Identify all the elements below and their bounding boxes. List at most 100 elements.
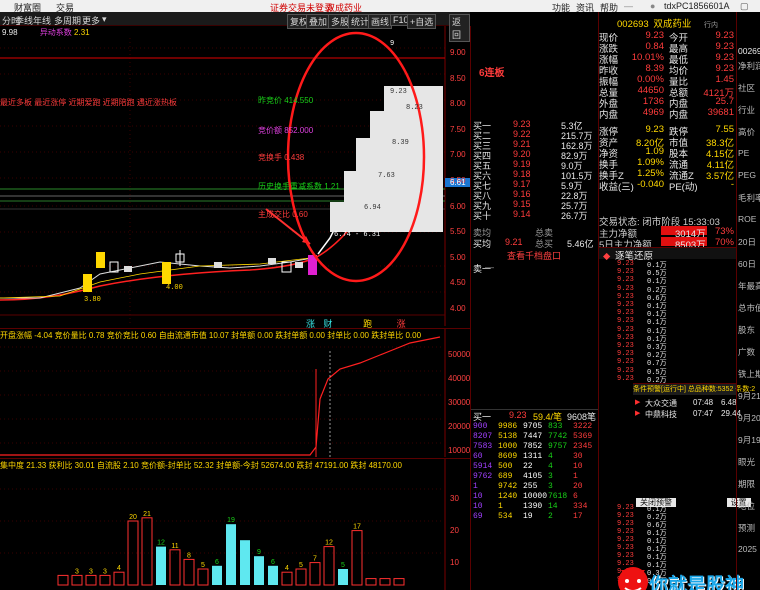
alert-header: 条件预警[运行中] 总品种数:5352 条数:2 xyxy=(633,383,755,395)
indicator-bar-label: 8 xyxy=(187,552,191,559)
window-controls-icon[interactable]: ▢ xyxy=(740,1,749,12)
indicator-bar xyxy=(113,571,125,586)
indicator-svg: 3 3 3 4 20 21 12 11 8 5 6 19 9 6 4 5 7 12 5 17 xyxy=(0,459,446,590)
queue-cell: 10 xyxy=(573,462,583,471)
queue-cell: 9986 xyxy=(498,422,518,431)
bid-level-price: 9.18 xyxy=(513,169,531,179)
queue-cell: 1390 xyxy=(523,502,543,511)
annotation-yesterday-bid: 昨竞价 414.550 xyxy=(258,96,314,105)
fundamental-item: 高价 xyxy=(738,127,756,137)
indicator-bar-label: 19 xyxy=(227,517,235,524)
queue-cell: 69 xyxy=(473,512,483,521)
kline-chart[interactable]: 9.98 异动系数 2.31 最近多板 最近涨停 近期爱跑 近期陪跑 遇近涨热板 xyxy=(0,26,585,329)
quote-label: 内盘 xyxy=(599,110,619,121)
bid-level-price: 9.17 xyxy=(513,179,531,189)
tick-price: 9.23 xyxy=(617,276,634,285)
queue-cell: 9762 xyxy=(473,472,493,481)
sell-avg-row: 卖均 总卖 xyxy=(473,228,554,238)
view-depth-link[interactable]: 查看千档盘口 xyxy=(471,249,599,261)
indicator-panel[interactable]: 集中度 21.33 获利比 30.01 自流股 2.10 竞价额-封单比 52.… xyxy=(0,458,470,590)
indicator-bar xyxy=(338,569,348,585)
bid-level-price: 9.15 xyxy=(513,199,531,209)
queue-header: 买一 9.23 59.4/笔 9608笔 xyxy=(471,409,599,422)
menu-item-function[interactable]: 功能 xyxy=(552,1,570,14)
label-peak: 9.23 xyxy=(390,88,407,96)
queue-cell: 9742 xyxy=(498,482,518,491)
indicator-bar-label: 17 xyxy=(353,524,361,531)
user-id: tdxPC1856601A xyxy=(664,1,730,11)
candles xyxy=(83,250,317,292)
ticks-header: ◆ 逐笔还原 xyxy=(599,247,737,262)
limit-up-blocks xyxy=(330,86,443,232)
tick-price: 9.23 xyxy=(617,260,634,268)
label-p3: 7.63 xyxy=(378,172,395,180)
alert-stock-name[interactable]: 大众交通 xyxy=(645,398,677,409)
queue-cell: 255 xyxy=(523,482,538,491)
volume-svg xyxy=(0,329,446,457)
quote-value: 9.23 xyxy=(645,30,665,41)
fundamental-item: 20日 xyxy=(738,237,756,247)
alert-flag-icon: ▶ xyxy=(635,410,641,417)
flow-pct: 73% xyxy=(714,226,734,237)
buy-avg-row: 买均 9.21 总买 5.46亿 xyxy=(473,237,594,249)
queue-cell: 4 xyxy=(548,452,553,461)
tick-price: 9.23 xyxy=(617,342,634,350)
close-alert-button[interactable]: 关闭预警 xyxy=(636,498,676,507)
label-low: 3.80 xyxy=(84,296,101,304)
fundamentals-strip: 00269 净利润社区行业高价 PE PEG 毛利率 ROE 20日 60日年最高总市值股东… xyxy=(736,12,760,590)
label-low2: 4.00 xyxy=(166,284,183,292)
queue-cell: 10 xyxy=(473,502,483,511)
chevron-down-icon[interactable]: ▾ xyxy=(102,14,107,25)
indicator-bar xyxy=(57,574,69,586)
sell-one-row: 卖一 — xyxy=(473,262,494,274)
quote-value: 9.23 xyxy=(715,41,735,52)
queue-cell: 5369 xyxy=(573,432,593,441)
far-right-title: 00269 xyxy=(738,46,760,56)
fundamental-item: 社区 xyxy=(738,83,756,93)
tick-price: 9.23 xyxy=(617,552,634,560)
tick-price: 9.23 xyxy=(617,536,634,544)
alert-stock-name[interactable]: 中鼎科技 xyxy=(645,409,677,420)
queue-cell: 7742 xyxy=(548,432,568,441)
queue-cell: 5138 xyxy=(498,432,518,441)
alert-buttons: 关闭预警 设置 xyxy=(636,497,751,508)
bid-level-price: 9.23 xyxy=(513,119,531,129)
user-icon: ● xyxy=(650,1,656,11)
chart-toolbar: 分时 季线 年线 多周期 更多 ▾ 复权 叠加 多股 统计 画线 F10 +自选… xyxy=(0,12,470,42)
queue-cell: 10000 xyxy=(523,492,548,501)
quote-value: 0.84 xyxy=(645,41,665,52)
fundamental-item: PEG xyxy=(738,170,756,180)
queue-cell: 4105 xyxy=(523,472,543,481)
quote-value: 4969 xyxy=(642,107,664,118)
fundamental-item: 广数 xyxy=(738,347,756,357)
indicator-bar xyxy=(85,574,97,586)
tick-price: 9.23 xyxy=(617,317,634,326)
bid-level-price: 9.22 xyxy=(513,129,531,139)
fundamental-item: 毛利率 xyxy=(738,193,760,203)
fundamental-item: 9月20 xyxy=(738,413,760,423)
fundamental-item: 期限 xyxy=(738,479,756,489)
queue-cell: 19 xyxy=(523,512,533,521)
quote-value: -0.040 xyxy=(637,179,664,190)
indicator-bar-label: 12 xyxy=(325,540,333,547)
fundamental-item: 地位 xyxy=(738,501,756,511)
quote-value: 9.23 xyxy=(715,63,735,74)
indicator-bar-label: 5 xyxy=(341,562,345,569)
queue-row: 69 534 19 2 17 xyxy=(471,512,599,523)
indicator-bar xyxy=(309,562,321,586)
indicator-bar-label: 4 xyxy=(285,565,289,572)
queue-cell: 7852 xyxy=(523,442,543,451)
indicator-bar xyxy=(197,568,209,586)
minimize-icon[interactable]: — xyxy=(624,1,633,11)
volume-panel[interactable]: 开盘涨幅 -4.04 竞价量比 0.78 竞价竞比 0.60 自由流通市值 10… xyxy=(0,328,470,457)
queue-cell: 60 xyxy=(473,452,483,461)
queue-cell: 4 xyxy=(548,462,553,471)
label-tick-9: 9 xyxy=(390,40,395,48)
menu-item-news[interactable]: 资讯 xyxy=(576,1,594,14)
fundamental-item: 股东 xyxy=(738,325,756,335)
fundamental-item: 60日 xyxy=(738,259,756,269)
indicator-bar-label: 4 xyxy=(117,565,121,572)
tick-price: 9.23 xyxy=(617,528,634,536)
quote-value: 9.23 xyxy=(715,52,735,63)
indicator-bar xyxy=(212,565,222,585)
